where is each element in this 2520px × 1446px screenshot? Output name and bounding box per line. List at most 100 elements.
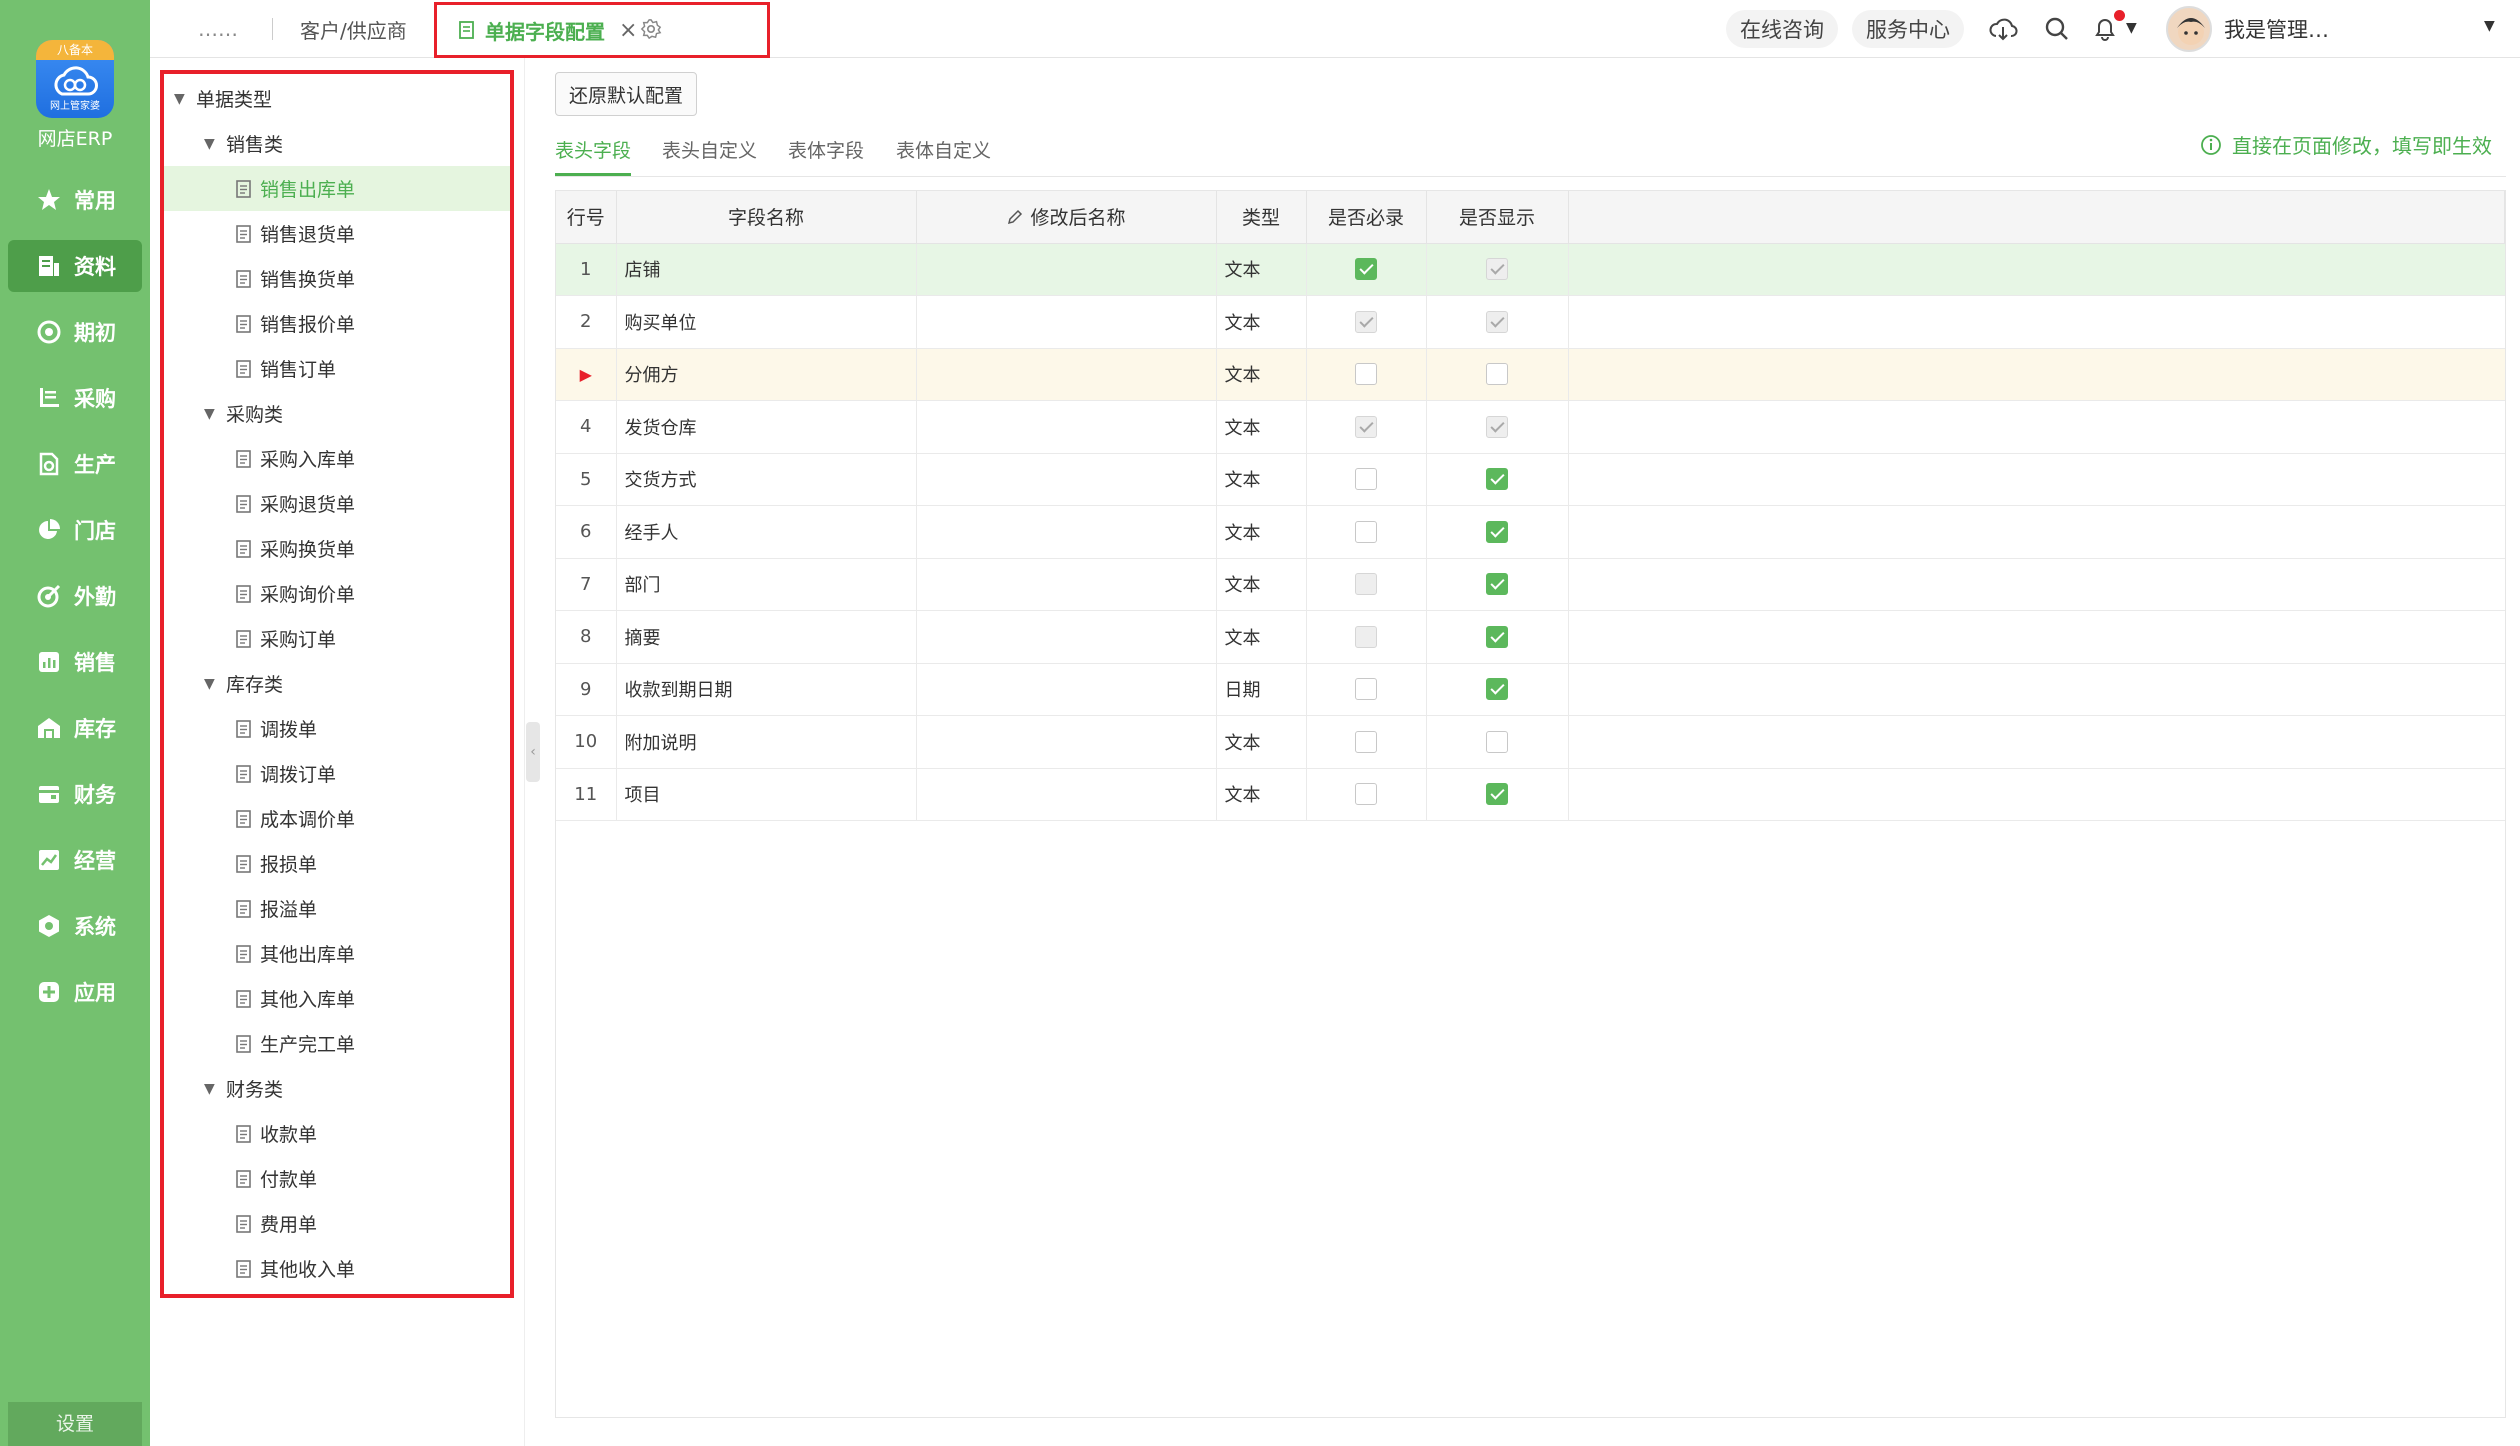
caret-down-icon[interactable]: ▼ [204, 676, 226, 692]
user-name[interactable]: 我是管理… [2224, 14, 2329, 44]
nav-item-2[interactable]: 期初 [8, 306, 142, 358]
tree-leaf[interactable]: 付款单 [164, 1156, 510, 1201]
tree-leaf[interactable]: 生产完工单 [164, 1021, 510, 1066]
required-checkbox[interactable] [1355, 468, 1377, 491]
cell-renamed-input[interactable] [916, 768, 1217, 821]
tree-leaf[interactable]: 采购换货单 [164, 526, 510, 571]
caret-down-icon[interactable]: ▼ [204, 1081, 226, 1097]
caret-down-icon[interactable]: ▼ [174, 91, 196, 107]
caret-down-icon[interactable]: ▼ [204, 136, 226, 152]
table-row[interactable]: 4 发货仓库 文本 [556, 400, 2505, 454]
table-row[interactable]: 2 购买单位 文本 [556, 295, 2505, 349]
required-checkbox[interactable] [1355, 678, 1377, 701]
tree-leaf[interactable]: 其他入库单 [164, 976, 510, 1021]
tree-group[interactable]: ▼ 销售类 [164, 121, 510, 166]
search-icon[interactable] [2042, 14, 2072, 44]
collapse-handle[interactable]: ‹ [526, 722, 540, 782]
tab-more[interactable]: …… [198, 0, 238, 58]
table-row[interactable]: 8 摘要 文本 [556, 610, 2505, 664]
tree-leaf[interactable]: 采购退货单 [164, 481, 510, 526]
tree-group[interactable]: ▼ 财务类 [164, 1066, 510, 1111]
tree-leaf[interactable]: 销售退货单 [164, 211, 510, 256]
cell-renamed-input[interactable] [916, 400, 1217, 454]
required-checkbox[interactable] [1355, 258, 1377, 281]
table-row[interactable]: 1 店铺 文本 [556, 243, 2505, 296]
nav-item-9[interactable]: 财务 [8, 768, 142, 820]
tree-root[interactable]: ▼ 单据类型 [164, 76, 510, 121]
nav-item-10[interactable]: 经营 [8, 834, 142, 886]
tree-leaf[interactable]: 采购询价单 [164, 571, 510, 616]
cloud-download-icon[interactable] [1988, 14, 2018, 44]
cell-renamed-input[interactable] [916, 663, 1217, 716]
nav-item-7[interactable]: 销售 [8, 636, 142, 688]
tree-leaf[interactable]: 采购订单 [164, 616, 510, 661]
show-checkbox[interactable] [1486, 520, 1508, 543]
show-checkbox[interactable] [1486, 468, 1508, 491]
show-checkbox[interactable] [1486, 783, 1508, 806]
service-center-button[interactable]: 服务中心 [1852, 10, 1964, 48]
cell-renamed-input[interactable] [916, 453, 1217, 506]
online-consult-button[interactable]: 在线咨询 [1726, 10, 1838, 48]
cell-renamed-input[interactable] [916, 558, 1217, 611]
tree-leaf[interactable]: 成本调价单 [164, 796, 510, 841]
required-checkbox[interactable] [1355, 363, 1377, 386]
cell-renamed-input[interactable] [916, 610, 1217, 664]
cell-renamed-input[interactable] [916, 715, 1217, 769]
required-checkbox[interactable] [1355, 783, 1377, 806]
subtab-3[interactable]: 表体自定义 [896, 136, 991, 176]
tree-leaf[interactable]: 调拨单 [164, 706, 510, 751]
tree-group[interactable]: ▼ 采购类 [164, 391, 510, 436]
show-checkbox[interactable] [1486, 625, 1508, 648]
nav-item-4[interactable]: 生产 [8, 438, 142, 490]
nav-item-8[interactable]: 库存 [8, 702, 142, 754]
tree-leaf[interactable]: 收款单 [164, 1111, 510, 1156]
tree-leaf[interactable]: 报溢单 [164, 886, 510, 931]
avatar[interactable] [2166, 6, 2212, 52]
restore-default-button[interactable]: 还原默认配置 [555, 72, 697, 116]
cell-renamed-input[interactable] [916, 295, 1217, 349]
tree-leaf[interactable]: 报损单 [164, 841, 510, 886]
nav-item-6[interactable]: 外勤 [8, 570, 142, 622]
tree-leaf[interactable]: 销售出库单 [164, 166, 510, 211]
nav-item-0[interactable]: 常用 [8, 174, 142, 226]
tree-leaf[interactable]: 其他收入单 [164, 1246, 510, 1291]
show-checkbox[interactable] [1486, 730, 1508, 753]
show-checkbox[interactable] [1486, 573, 1508, 596]
bell-caret-icon[interactable]: ▼ [2126, 20, 2137, 36]
tab-field-config[interactable]: 单据字段配置 × [434, 2, 770, 58]
show-checkbox[interactable] [1486, 678, 1508, 701]
tree-leaf[interactable]: 调拨订单 [164, 751, 510, 796]
tree-leaf[interactable]: 销售订单 [164, 346, 510, 391]
nav-item-1[interactable]: 资料 [8, 240, 142, 292]
tree-leaf[interactable]: 销售报价单 [164, 301, 510, 346]
tab-close-icon[interactable]: × [619, 18, 637, 43]
nav-item-12[interactable]: 应用 [8, 966, 142, 1018]
table-row[interactable]: ▶ 分佣方 文本 [556, 348, 2505, 401]
tree-leaf[interactable]: 其他出库单 [164, 931, 510, 976]
tree-leaf[interactable]: 采购入库单 [164, 436, 510, 481]
subtab-0[interactable]: 表头字段 [555, 136, 632, 176]
table-row[interactable]: 5 交货方式 文本 [556, 453, 2505, 506]
nav-item-3[interactable]: 采购 [8, 372, 142, 424]
table-row[interactable]: 10 附加说明 文本 [556, 715, 2505, 769]
cell-renamed-input[interactable] [916, 243, 1217, 296]
table-row[interactable]: 7 部门 文本 [556, 558, 2505, 611]
cell-renamed-input[interactable] [916, 348, 1217, 401]
tree-leaf[interactable]: 费用单 [164, 1201, 510, 1246]
tree-leaf[interactable]: 销售换货单 [164, 256, 510, 301]
tree-group[interactable]: ▼ 库存类 [164, 661, 510, 706]
table-row[interactable]: 11 项目 文本 [556, 768, 2505, 821]
tab-settings-gear[interactable] [640, 0, 662, 58]
user-caret-icon[interactable]: ▼ [2484, 18, 2495, 34]
required-checkbox[interactable] [1355, 730, 1377, 753]
cell-renamed-input[interactable] [916, 505, 1217, 559]
caret-down-icon[interactable]: ▼ [204, 406, 226, 422]
subtab-2[interactable]: 表体字段 [788, 136, 864, 176]
subtab-1[interactable]: 表头自定义 [662, 136, 757, 176]
table-row[interactable]: 9 收款到期日期 日期 [556, 663, 2505, 716]
show-checkbox[interactable] [1486, 363, 1508, 386]
table-row[interactable]: 6 经手人 文本 [556, 505, 2505, 559]
tab-customer-supplier[interactable]: 客户/供应商 [300, 0, 407, 58]
nav-item-5[interactable]: 门店 [8, 504, 142, 556]
settings-button[interactable]: 设置 [8, 1402, 142, 1446]
